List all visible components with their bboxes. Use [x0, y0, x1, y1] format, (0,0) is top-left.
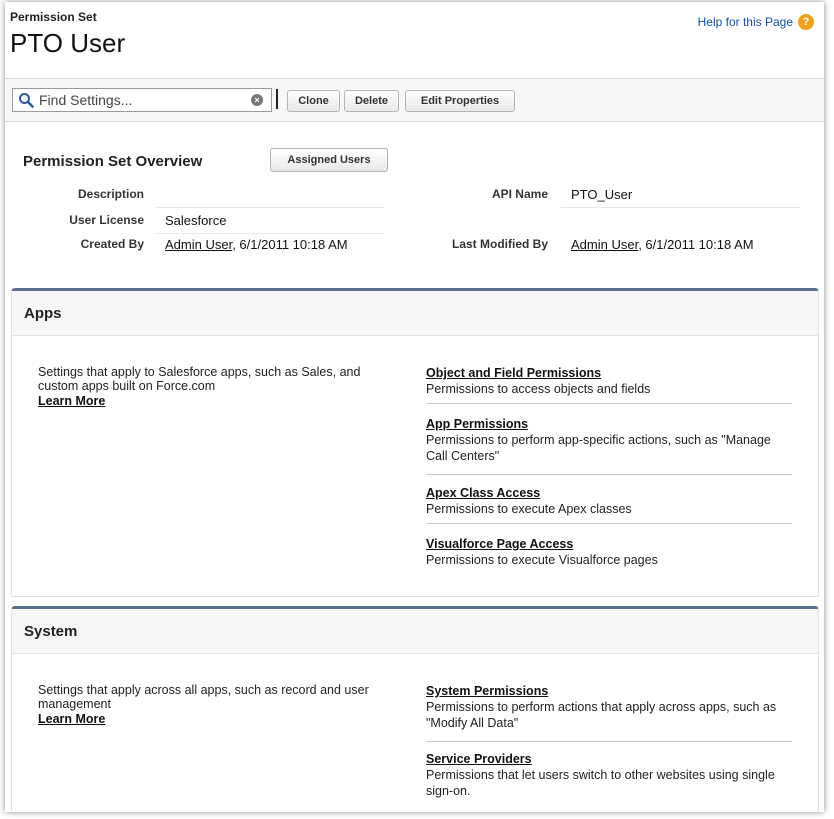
permission-item-apex[interactable]: Apex Class Access Permissions to execute…	[426, 485, 792, 524]
toolbar-divider	[276, 89, 278, 109]
overview-title: Permission Set Overview	[23, 153, 203, 170]
page-title: PTO User	[10, 28, 126, 58]
permission-item-desc: Permissions to execute Apex classes	[426, 502, 632, 516]
search-input[interactable]	[39, 91, 239, 109]
last-modified-date: , 6/1/2011 10:18 AM	[638, 237, 754, 252]
user-license-value: Salesforce	[165, 213, 227, 228]
permission-item-title[interactable]: Object and Field Permissions	[426, 365, 792, 381]
row-divider	[155, 207, 385, 208]
permission-item-object-field[interactable]: Object and Field Permissions Permissions…	[426, 365, 792, 404]
user-license-label: User License	[69, 213, 144, 227]
help-link[interactable]: Help for this Page ?	[698, 14, 814, 30]
created-by-value: Admin User, 6/1/2011 10:18 AM	[165, 237, 348, 252]
system-description-text: Settings that apply across all apps, suc…	[38, 683, 369, 711]
permission-item-system[interactable]: System Permissions Permissions to perfor…	[426, 683, 792, 742]
system-section-title: System	[24, 623, 78, 640]
permission-item-desc: Permissions that let users switch to oth…	[426, 768, 775, 798]
permission-item-service-providers[interactable]: Service Providers Permissions that let u…	[426, 751, 792, 801]
system-description: Settings that apply across all apps, suc…	[38, 683, 398, 726]
row-divider	[561, 207, 801, 208]
page-kicker: Permission Set	[10, 10, 97, 24]
permission-item-title[interactable]: Visualforce Page Access	[426, 536, 792, 552]
search-box[interactable]: ×	[12, 88, 272, 112]
apps-section-header: Apps	[12, 291, 818, 336]
permission-item-title[interactable]: App Permissions	[426, 416, 792, 432]
apps-description: Settings that apply to Salesforce apps, …	[38, 365, 398, 408]
apps-section: Apps Settings that apply to Salesforce a…	[11, 288, 819, 597]
last-modified-value: Admin User, 6/1/2011 10:18 AM	[571, 237, 754, 252]
system-section: System Settings that apply across all ap…	[11, 606, 819, 812]
help-icon[interactable]: ?	[798, 14, 814, 30]
permission-item-desc: Permissions to execute Visualforce pages	[426, 553, 658, 567]
search-icon	[19, 93, 34, 108]
last-modified-user-link[interactable]: Admin User	[571, 237, 638, 252]
permission-item-desc: Permissions to perform app-specific acti…	[426, 433, 771, 463]
edit-properties-button[interactable]: Edit Properties	[405, 90, 515, 112]
created-by-user-link[interactable]: Admin User	[165, 237, 232, 252]
api-name-value: PTO_User	[571, 187, 633, 202]
apps-learn-more-link[interactable]: Learn More	[38, 394, 398, 408]
created-by-label: Created By	[80, 237, 144, 251]
apps-section-title: Apps	[24, 305, 62, 322]
apps-description-text: Settings that apply to Salesforce apps, …	[38, 365, 361, 393]
row-divider	[155, 233, 385, 234]
page-header: Permission Set PTO User Help for this Pa…	[5, 2, 824, 72]
system-learn-more-link[interactable]: Learn More	[38, 712, 398, 726]
last-modified-label: Last Modified By	[451, 237, 548, 251]
toolbar: × Clone Delete Edit Properties	[5, 78, 824, 122]
help-link-label[interactable]: Help for this Page	[698, 15, 793, 29]
api-name-label: API Name	[491, 187, 548, 201]
clear-search-icon[interactable]: ×	[251, 94, 263, 106]
created-by-date: , 6/1/2011 10:18 AM	[232, 237, 348, 252]
permission-item-desc: Permissions to perform actions that appl…	[426, 700, 777, 730]
permission-item-desc: Permissions to access objects and fields	[426, 382, 651, 396]
clone-button[interactable]: Clone	[287, 90, 340, 112]
description-label: Description	[77, 187, 144, 201]
page-frame: Permission Set PTO User Help for this Pa…	[5, 2, 824, 812]
permission-item-title[interactable]: System Permissions	[426, 683, 792, 699]
permission-item-app[interactable]: App Permissions Permissions to perform a…	[426, 416, 792, 475]
delete-button[interactable]: Delete	[344, 90, 399, 112]
permission-item-title[interactable]: Service Providers	[426, 751, 792, 767]
permission-item-visualforce[interactable]: Visualforce Page Access Permissions to e…	[426, 536, 792, 572]
permission-item-title[interactable]: Apex Class Access	[426, 485, 792, 501]
system-section-header: System	[12, 609, 818, 654]
assigned-users-button[interactable]: Assigned Users	[270, 148, 388, 172]
